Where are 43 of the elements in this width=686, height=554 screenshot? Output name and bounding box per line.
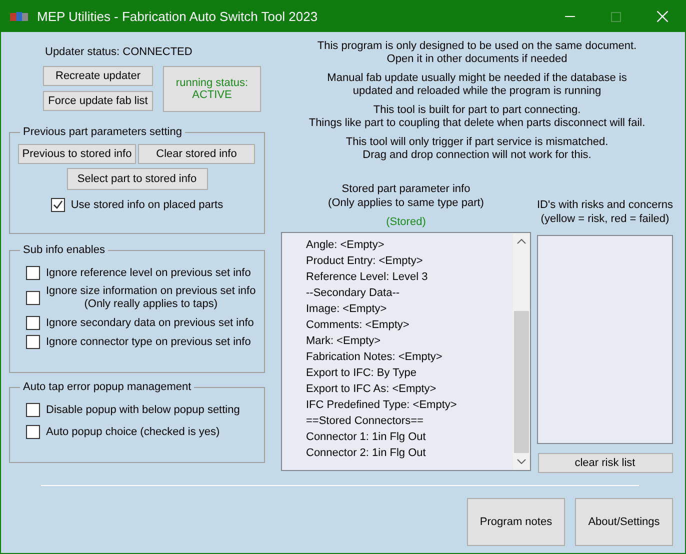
info-note: Manual fab update usually might be needed if the database is updated and reloaded while the program is running: [326, 72, 628, 98]
stored-status: (Stored): [386, 216, 426, 228]
info-line: ==Stored Connectors==: [306, 414, 424, 429]
previous-to-stored-button[interactable]: Previous to stored info: [18, 144, 136, 164]
clear-risk-button[interactable]: clear risk list: [538, 453, 672, 473]
info-line: Comments: <Empty>: [306, 318, 410, 333]
running-status-value: ACTIVE: [192, 89, 232, 101]
group-title: Auto tap error popup management: [22, 381, 192, 393]
info-note: This tool will only trigger if part service is mismatched. Drag and drop connection will not work for this.: [344, 136, 610, 162]
info-line: Connector 1: 1in Flg Out: [306, 430, 427, 445]
group-title: Sub info enables: [22, 244, 106, 256]
group-title: Previous part parameters setting: [22, 126, 183, 138]
option-label: Ignore connector type on previous set info: [46, 336, 251, 348]
info-line: Fabrication Notes: <Empty>: [306, 350, 444, 365]
updater-button[interactable]: Recreate updater: [43, 66, 153, 86]
info-line: Angle: <Empty>: [306, 238, 386, 253]
info-line: Product Entry: <Empty>: [306, 254, 424, 269]
clear-stored-button[interactable]: Clear stored info: [138, 144, 255, 164]
option-label: Ignore secondary data on previous set info: [46, 317, 254, 329]
updater-button[interactable]: Force update fab list: [43, 91, 153, 111]
window-title: MEP Utilities - Fabrication Auto Switch Tool 2023: [37, 9, 319, 24]
info-line: Connector 2: 1in Flg Out: [306, 446, 427, 461]
updater-status: Updater status: CONNECTED: [45, 46, 194, 58]
option-label: Ignore size information on previous set info (Only really applies to taps): [46, 285, 256, 311]
info-line: Export to IFC: By Type: [306, 366, 418, 381]
select-part-button[interactable]: Select part to stored info: [66, 168, 208, 190]
stored-info-caption: Stored part parameter info (Only applies to same type part): [328, 182, 484, 210]
info-note: This tool is built for part to part connecting. Things like part to coupling that delete when parts disconnect will fail.: [308, 104, 646, 130]
info-line: --Secondary Data--: [306, 286, 401, 301]
info-line: Image: <Empty>: [306, 302, 388, 317]
info-line: IFC Predefined Type: <Empty>: [306, 398, 458, 413]
info-note: This program is only designed to be used on the same document. Open it in other documents if needed: [316, 40, 638, 66]
footer-button[interactable]: About/Settings: [575, 498, 673, 546]
info-line: Mark: <Empty>: [306, 334, 382, 349]
option-label: Ignore reference level on previous set info: [46, 267, 251, 279]
footer-button[interactable]: Program notes: [467, 498, 565, 546]
risks-caption: ID's with risks and concerns (yellow = risk, red = failed): [537, 198, 673, 226]
info-line: Reference Level: Level 3: [306, 270, 429, 285]
option-label: Auto popup choice (checked is yes): [46, 426, 220, 438]
option-label: Use stored info on placed parts: [70, 199, 224, 211]
option-label: Disable popup with below popup setting: [46, 404, 240, 416]
running-status-label: running status:: [176, 77, 248, 89]
info-line: Export to IFC As: <Empty>: [306, 382, 438, 397]
